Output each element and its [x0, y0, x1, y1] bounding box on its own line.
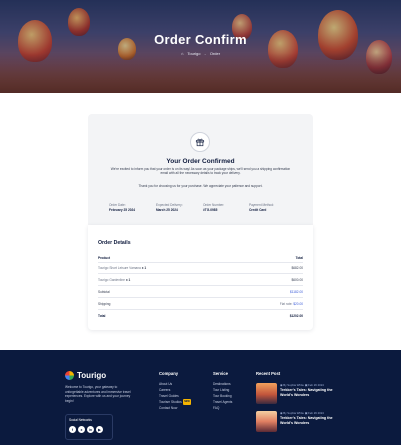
breadcrumb-separator: - [204, 51, 206, 56]
company-heading: Company [159, 371, 179, 376]
total-row: Total $1202.00 [98, 314, 303, 318]
footer-link[interactable]: Contact Now [159, 405, 191, 411]
divider [98, 297, 303, 298]
expected-delivery: Expected Delivery: March 25 2024 [156, 203, 183, 212]
payment-method-value: Credit Card [249, 207, 267, 212]
order-number-value: #TG-0985 [203, 207, 218, 212]
total-value: $1202.00 [289, 314, 303, 318]
product-qty: x 1 [141, 266, 147, 270]
service-links: Destinations Tour Listing Tour Booking T… [213, 381, 232, 411]
order-number: Order Number: #TG-0985 [203, 203, 224, 212]
breadcrumb: ⌂ Tourigo - Order [0, 51, 401, 56]
breadcrumb-home[interactable]: Tourigo [187, 51, 200, 56]
company-links: About Us Careers Travel Guides Tourism S… [159, 381, 192, 411]
order-details-title: Order Details [98, 240, 131, 246]
divider [98, 285, 303, 286]
product-name[interactable]: Tourigo Short Leisure Vamana [98, 266, 141, 270]
table-row: Tourigo Short Leisure Vamana x 1 $682.00 [98, 266, 303, 270]
page-title: Order Confirm [154, 32, 247, 47]
footer-link[interactable]: FAQ [213, 405, 232, 411]
product-total: $600.00 [291, 278, 303, 282]
facebook-icon[interactable]: f [69, 426, 76, 433]
social-networks-title: Social Networks [69, 418, 92, 422]
gift-icon [190, 132, 210, 152]
post-thumbnail[interactable] [256, 411, 277, 432]
confirmation-title: Your Order Confirmed [166, 158, 235, 165]
linkedin-icon[interactable]: in [87, 426, 94, 433]
expected-delivery-value: March 25 2024 [156, 207, 178, 212]
shipping-label: Shipping [98, 302, 111, 306]
subtotal-value: $1182.00 [289, 290, 303, 294]
footer-about: Welcome to Tourigo, your gateway to unfo… [65, 385, 131, 403]
post-author: By Sophia White [283, 411, 304, 415]
post-title[interactable]: Trekker's Tales: Navigating the World's … [280, 388, 344, 397]
calendar-icon: ▣ [304, 411, 308, 415]
logo-text: Tourigo [77, 371, 107, 380]
post-meta: ◉ By Sophia White ▣ Feb 26 2024 [280, 411, 324, 415]
post-meta: ◉ By Sophia White ▣ Feb 26 2024 [280, 383, 324, 387]
subtotal-row: Subtotal $1182.00 [98, 290, 303, 294]
thanks-message: Thank you for choosing us for your purch… [138, 184, 263, 188]
expected-delivery-label: Expected Delivery: [156, 203, 183, 207]
footer [0, 350, 401, 445]
order-date: Order Date: February 25 2024 [109, 203, 135, 212]
calendar-icon: ▣ [304, 383, 308, 387]
payment-method: Payment Method: Credit Card [249, 203, 274, 212]
divider [98, 309, 303, 310]
recent-post-heading: Recent Post [256, 371, 281, 376]
total-label: Total [98, 314, 106, 318]
table-row: Tourigo Gardenline x 1 $600.00 [98, 278, 303, 282]
payment-method-label: Payment Method: [249, 203, 274, 207]
breadcrumb-current: Order [209, 51, 221, 56]
product-total: $682.00 [291, 266, 303, 270]
post-author: By Sophia White [283, 383, 304, 387]
home-icon: ⌂ [180, 51, 184, 56]
post-thumbnail[interactable] [256, 383, 277, 404]
post-date: Feb 26 2024 [308, 383, 324, 387]
footer-logo[interactable]: Tourigo [65, 371, 106, 380]
shipping-prefix: Flat rate: [279, 302, 293, 306]
product-name[interactable]: Tourigo Gardenline [98, 278, 125, 282]
subtotal-label: Subtotal [98, 290, 110, 294]
divider [98, 262, 303, 263]
total-column-header: Total [295, 256, 303, 260]
shipping-row: Shipping Flat rate: $20.00 [98, 302, 303, 306]
post-date: Feb 26 2024 [308, 411, 324, 415]
youtube-icon[interactable]: ▶ [96, 426, 103, 433]
social-links: f x in ▶ [69, 426, 103, 433]
divider [98, 273, 303, 274]
order-number-label: Order Number: [203, 203, 225, 207]
service-heading: Service [213, 371, 228, 376]
post-title[interactable]: Trekker's Tales: Navigating the World's … [280, 416, 344, 425]
shipping-value: $20.00 [293, 302, 303, 306]
confirmation-message: We're excited to inform you that your or… [110, 167, 291, 176]
hero-banner: Order Confirm ⌂ Tourigo - Order [0, 0, 401, 93]
x-icon[interactable]: x [78, 426, 85, 433]
logo-icon [65, 371, 74, 380]
new-badge: NEW [182, 399, 192, 406]
product-column-header: Product [98, 256, 111, 260]
table-header: Product Total [98, 256, 303, 260]
product-qty: x 1 [125, 278, 131, 282]
order-date-value: February 25 2024 [109, 207, 136, 212]
footer-link[interactable]: Tourism Studios [159, 400, 182, 404]
